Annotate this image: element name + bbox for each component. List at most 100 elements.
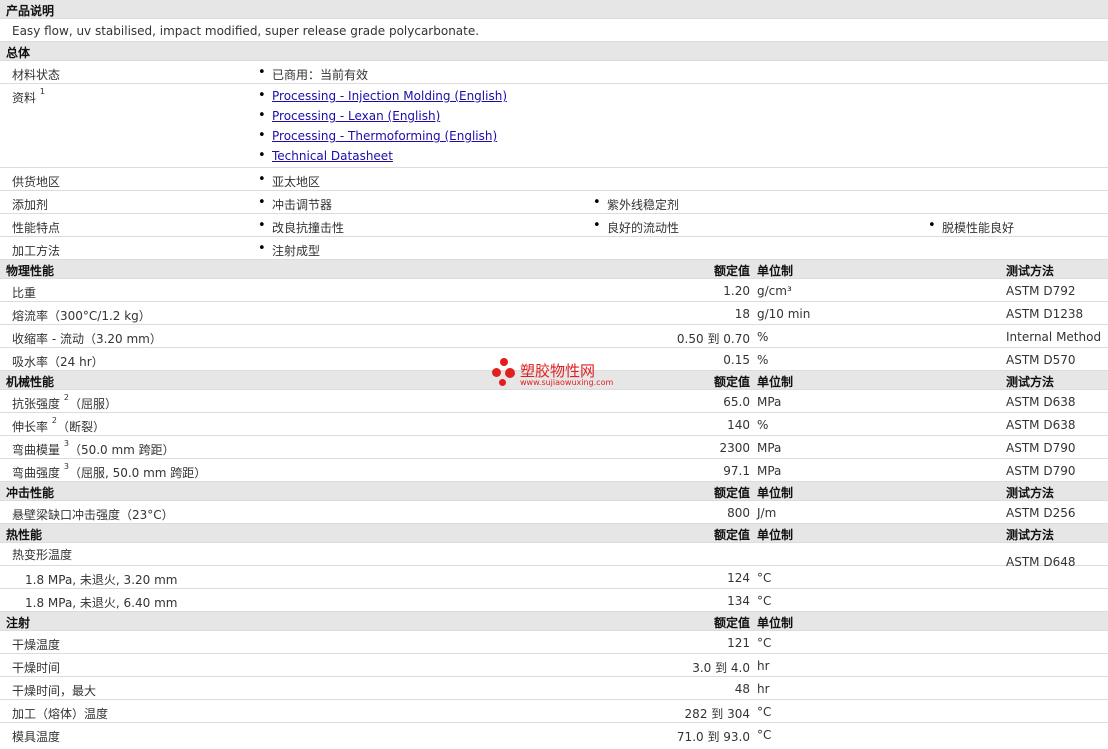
features-row: 性能特点 改良抗撞击性 良好的流动性 脱模性能良好	[0, 214, 1108, 237]
property-label: 熔流率（300°C/1.2 kg）	[12, 309, 151, 323]
property-value: 134	[727, 594, 750, 608]
property-unit: °C	[757, 571, 772, 585]
footnote-ref: 2	[63, 393, 69, 402]
section-injection: 注射 额定值 单位制	[0, 612, 1108, 631]
property-row: 干燥温度 121 °C	[0, 631, 1108, 654]
property-label: 干燥温度	[12, 638, 61, 652]
property-label: 比重	[12, 286, 37, 300]
section-title: 总体	[6, 46, 31, 60]
header-unit: 单位制	[757, 486, 794, 500]
doc-link-injection[interactable]: Processing - Injection Molding (English)	[258, 88, 507, 103]
feature-item: 良好的流动性	[593, 218, 679, 236]
header-unit: 单位制	[757, 616, 794, 630]
doc-link-thermoforming[interactable]: Processing - Thermoforming (English)	[258, 128, 497, 143]
section-description: 产品说明	[0, 0, 1108, 19]
property-label: 弯曲强度 3（屈服, 50.0 mm 跨距）	[12, 462, 207, 480]
property-unit: g/cm³	[757, 284, 792, 298]
property-row: 弯曲模量 3（50.0 mm 跨距） 2300 MPa ASTM D790	[0, 436, 1108, 459]
watermark-url: www.sujiaowuxing.com	[520, 378, 614, 387]
property-row: 熔流率（300°C/1.2 kg） 18 g/10 min ASTM D1238	[0, 302, 1108, 325]
property-unit: hr	[757, 659, 770, 673]
additive-label: 添加剂	[12, 198, 49, 212]
section-thermal: 热性能 额定值 单位制 测试方法	[0, 524, 1108, 543]
additive-item: 冲击调节器	[258, 195, 332, 213]
process-label: 加工方法	[12, 244, 61, 258]
property-method: ASTM D792	[1006, 284, 1076, 298]
region-value: 亚太地区	[258, 172, 320, 190]
feature-item: 改良抗撞击性	[258, 218, 344, 236]
header-method: 测试方法	[1006, 264, 1055, 278]
section-impact: 冲击性能 额定值 单位制 测试方法	[0, 482, 1108, 501]
property-unit: g/10 min	[757, 307, 811, 321]
property-value: 124	[727, 571, 750, 585]
property-unit: J/m	[757, 506, 777, 520]
section-general: 总体	[0, 42, 1108, 61]
footnote-ref: 3	[63, 462, 69, 471]
property-row: 模具温度 71.0 到 93.0 °C	[0, 723, 1108, 746]
property-method: ASTM D638	[1006, 418, 1076, 432]
docs-footnote: 1	[39, 87, 45, 96]
property-method: ASTM D256	[1006, 506, 1076, 520]
property-label: 抗张强度 2（屈服）	[12, 393, 117, 411]
property-value: 65.0	[723, 395, 750, 409]
description-row: Easy flow, uv stabilised, impact modifie…	[0, 19, 1108, 42]
section-title: 热性能	[6, 528, 43, 542]
property-label: 加工（熔体）温度	[12, 707, 109, 721]
header-unit: 单位制	[757, 528, 794, 542]
property-row: 抗张强度 2（屈服） 65.0 MPa ASTM D638	[0, 390, 1108, 413]
property-row: 干燥时间，最大 48 hr	[0, 677, 1108, 700]
property-row: 1.8 MPa, 未退火, 3.20 mm 124 °C	[0, 566, 1108, 589]
property-unit: °C	[757, 636, 772, 650]
property-unit: %	[757, 353, 769, 367]
section-physical: 物理性能 额定值 单位制 测试方法	[0, 260, 1108, 279]
header-method: 测试方法	[1006, 486, 1055, 500]
section-title: 物理性能	[6, 264, 55, 278]
property-label: 弯曲模量 3（50.0 mm 跨距）	[12, 439, 175, 457]
property-label: 悬壁梁缺口冲击强度（23°C）	[12, 508, 174, 522]
region-label: 供货地区	[12, 175, 61, 189]
property-label: 吸水率（24 hr）	[12, 355, 104, 369]
property-method: ASTM D790	[1006, 441, 1076, 455]
property-unit: °C	[757, 594, 772, 608]
section-title: 产品说明	[6, 4, 55, 18]
property-method: ASTM D570	[1006, 353, 1076, 367]
property-unit: °C	[757, 728, 772, 742]
property-row: 悬壁梁缺口冲击强度（23°C） 800 J/m ASTM D256	[0, 501, 1108, 524]
header-nominal: 额定值	[713, 264, 750, 278]
property-row: 干燥时间 3.0 到 4.0 hr	[0, 654, 1108, 677]
footnote-ref: 3	[63, 439, 69, 448]
property-label: 热变形温度	[12, 548, 73, 562]
property-row: 弯曲强度 3（屈服, 50.0 mm 跨距） 97.1 MPa ASTM D790	[0, 459, 1108, 482]
property-value: 2300	[719, 441, 750, 455]
property-label: 伸长率 2（断裂）	[12, 416, 105, 434]
process-row: 加工方法 注射成型	[0, 237, 1108, 260]
property-value: 97.1	[723, 464, 750, 478]
header-method: 测试方法	[1006, 375, 1055, 389]
property-value: 48	[734, 682, 750, 696]
property-value: 0.15	[723, 353, 750, 367]
property-label: 干燥时间	[12, 661, 61, 675]
status-row: 材料状态 已商用：当前有效	[0, 61, 1108, 84]
property-unit: %	[757, 418, 769, 432]
section-title: 注射	[6, 616, 31, 630]
property-unit: °C	[757, 705, 772, 719]
header-nominal: 额定值	[713, 375, 750, 389]
property-row: 1.8 MPa, 未退火, 6.40 mm 134 °C	[0, 589, 1108, 612]
additive-item: 紫外线稳定剂	[593, 195, 679, 213]
features-label: 性能特点	[12, 221, 61, 235]
doc-link-datasheet[interactable]: Technical Datasheet	[258, 148, 393, 163]
header-method: 测试方法	[1006, 528, 1055, 542]
property-value: 282 到 304	[684, 707, 750, 721]
process-value: 注射成型	[258, 241, 320, 259]
property-unit: MPa	[757, 441, 782, 455]
property-value: 140	[727, 418, 750, 432]
doc-link-lexan[interactable]: Processing - Lexan (English)	[258, 108, 440, 123]
region-row: 供货地区 亚太地区	[0, 168, 1108, 191]
property-method: ASTM D1238	[1006, 307, 1084, 321]
status-label: 材料状态	[12, 68, 61, 82]
property-method: ASTM D638	[1006, 395, 1076, 409]
property-value: 0.50 到 0.70	[676, 332, 750, 346]
property-unit: hr	[757, 682, 770, 696]
property-label: 1.8 MPa, 未退火, 6.40 mm	[25, 596, 178, 610]
property-value: 800	[727, 506, 750, 520]
